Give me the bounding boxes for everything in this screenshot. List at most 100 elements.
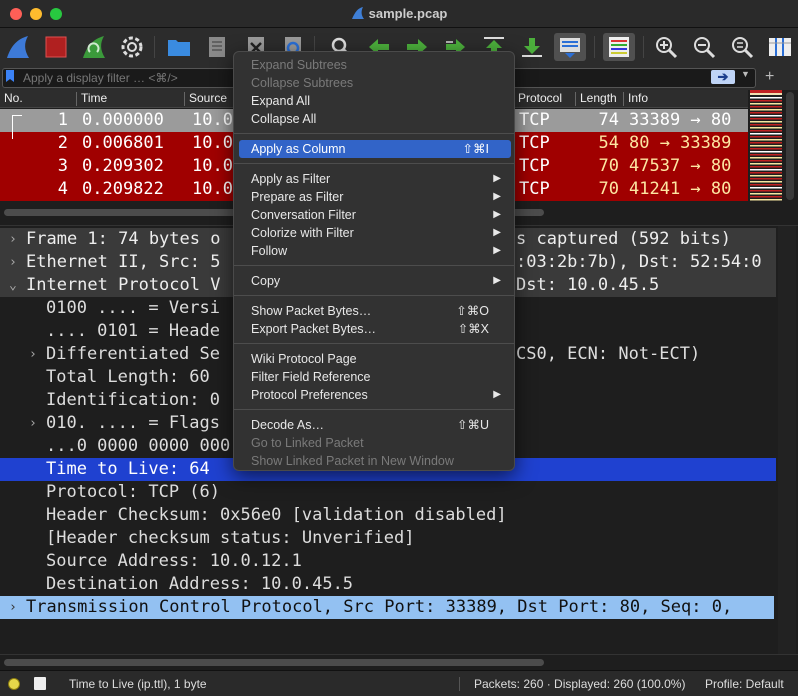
- auto-scroll-button[interactable]: [554, 33, 586, 61]
- start-capture-button[interactable]: [4, 33, 32, 61]
- zoom-out-icon: [694, 37, 716, 59]
- add-filter-button[interactable]: +: [765, 68, 774, 86]
- apply-filter-button[interactable]: ➔: [711, 70, 735, 84]
- column-divider: [575, 92, 576, 106]
- packet-source: 10.0: [192, 110, 233, 130]
- chevron-right-icon[interactable]: ›: [9, 596, 17, 619]
- details-scrollbar[interactable]: [778, 226, 796, 654]
- menu-item-apply-as-filter[interactable]: Apply as Filter ▶: [239, 170, 511, 188]
- last-packet-button[interactable]: [518, 33, 546, 61]
- menu-item-wiki-protocol-page[interactable]: Wiki Protocol Page: [239, 350, 511, 368]
- detail-row[interactable]: Header Checksum: 0x56e0 [validation disa…: [0, 504, 776, 527]
- normal-size-button[interactable]: [728, 33, 756, 61]
- toolbar-separator: [594, 36, 595, 58]
- packet-length: 54: [598, 133, 619, 153]
- details-horizontal-scrollbar[interactable]: [0, 654, 798, 670]
- menu-item-protocol-preferences[interactable]: Protocol Preferences ▶: [239, 386, 511, 404]
- menu-item-apply-as-column[interactable]: Apply as Column ⇧⌘I: [239, 140, 511, 158]
- chevron-right-icon[interactable]: ›: [29, 412, 37, 435]
- submenu-arrow-icon: ▶: [493, 389, 501, 400]
- toolbar-separator: [154, 36, 155, 58]
- packet-length: 70: [598, 156, 619, 176]
- menu-item-expand-all[interactable]: Expand All: [239, 92, 511, 110]
- scrollbar-thumb[interactable]: [4, 659, 544, 666]
- column-header-no[interactable]: No.: [4, 91, 23, 105]
- menu-item-label: Filter Field Reference: [251, 370, 371, 384]
- capture-comment-icon[interactable]: [34, 677, 46, 690]
- menu-item-label: Apply as Column: [251, 142, 346, 156]
- detail-row-text: Destination Address: 10.0.45.5: [46, 574, 354, 594]
- submenu-arrow-icon: ▶: [493, 245, 501, 256]
- menu-item-colorize-with-filter[interactable]: Colorize with Filter ▶: [239, 224, 511, 242]
- menu-item-collapse-all[interactable]: Collapse All: [239, 110, 511, 128]
- column-header-length[interactable]: Length: [580, 91, 617, 105]
- save-file-button[interactable]: [203, 33, 231, 61]
- packet-no: 1: [57, 110, 68, 130]
- detail-row-text: Internet Protocol V: [26, 275, 221, 295]
- menu-item-label: Go to Linked Packet: [251, 436, 364, 450]
- chevron-right-icon[interactable]: ›: [9, 251, 17, 274]
- detail-row-text: Time to Live: 64: [46, 459, 210, 479]
- zoom-out-button[interactable]: [690, 33, 718, 61]
- detail-row[interactable]: [Header checksum status: Unverified]: [0, 527, 776, 550]
- menu-item-export-packet-bytes[interactable]: Export Packet Bytes… ⇧⌘X: [239, 320, 511, 338]
- chevron-right-icon[interactable]: ›: [9, 228, 17, 251]
- detail-row[interactable]: Source Address: 10.0.12.1: [0, 550, 776, 573]
- status-bar: Time to Live (ip.ttl), 1 byte Packets: 2…: [0, 670, 798, 696]
- resize-columns-icon: [769, 38, 791, 56]
- detail-row-tail: Dst: 10.0.45.5: [516, 275, 660, 295]
- open-file-button[interactable]: [165, 33, 193, 61]
- detail-row[interactable]: Destination Address: 10.0.45.5: [0, 573, 776, 596]
- title-bar: sample.pcap: [0, 0, 798, 28]
- column-header-time[interactable]: Time: [81, 91, 107, 105]
- expert-info-icon[interactable]: [8, 678, 20, 690]
- packet-list-scrollbar[interactable]: [786, 92, 794, 200]
- menu-item-filter-field-reference[interactable]: Filter Field Reference: [239, 368, 511, 386]
- chevron-down-icon[interactable]: ⌄: [9, 274, 17, 297]
- menu-item-decode-as[interactable]: Decode As… ⇧⌘U: [239, 416, 511, 434]
- gear-icon: [121, 36, 143, 58]
- capture-options-button[interactable]: [118, 33, 146, 61]
- column-header-protocol[interactable]: Protocol: [518, 91, 562, 105]
- detail-row[interactable]: › Transmission Control Protocol, Src Port…: [0, 596, 774, 619]
- restart-capture-button[interactable]: [80, 33, 108, 61]
- packet-source: 10.0: [192, 133, 233, 153]
- menu-item-shortcut: ⇧⌘X: [457, 322, 489, 336]
- menu-item-label: Colorize with Filter: [251, 226, 354, 240]
- menu-item-conversation-filter[interactable]: Conversation Filter ▶: [239, 206, 511, 224]
- resize-columns-button[interactable]: [766, 33, 794, 61]
- binary-file-icon: [209, 37, 225, 57]
- detail-row-text: Protocol: TCP (6): [46, 482, 220, 502]
- menu-item-label: Expand All: [251, 94, 311, 108]
- status-profile[interactable]: Profile: Default: [705, 677, 784, 691]
- menu-item-shortcut: ⇧⌘O: [456, 304, 489, 318]
- packet-minimap[interactable]: [750, 90, 782, 204]
- menu-separator: [234, 409, 514, 410]
- menu-item-expand-subtrees: Expand Subtrees: [239, 56, 511, 74]
- chevron-right-icon[interactable]: ›: [29, 343, 37, 366]
- packet-no: 4: [57, 179, 68, 199]
- filter-history-dropdown[interactable]: ▼: [741, 69, 750, 79]
- menu-item-follow[interactable]: Follow ▶: [239, 242, 511, 260]
- stop-capture-button[interactable]: [42, 33, 70, 61]
- auto-scroll-icon: [560, 38, 580, 58]
- packet-protocol: TCP: [519, 133, 550, 153]
- submenu-arrow-icon: ▶: [493, 227, 501, 238]
- colorize-button[interactable]: [603, 33, 635, 61]
- menu-item-copy[interactable]: Copy ▶: [239, 272, 511, 290]
- packet-time: 0.006801: [82, 133, 164, 153]
- menu-item-show-packet-bytes[interactable]: Show Packet Bytes… ⇧⌘O: [239, 302, 511, 320]
- column-header-info[interactable]: Info: [628, 91, 648, 105]
- column-header-source[interactable]: Source: [189, 91, 227, 105]
- packet-no: 2: [57, 133, 68, 153]
- detail-row-text: [Header checksum status: Unverified]: [46, 528, 415, 548]
- zoom-in-icon: [656, 37, 678, 59]
- menu-item-prepare-as-filter[interactable]: Prepare as Filter ▶: [239, 188, 511, 206]
- menu-item-label: Show Packet Bytes…: [251, 304, 372, 318]
- packet-protocol: TCP: [519, 179, 550, 199]
- detail-row-text: Identification: 0: [46, 390, 220, 410]
- menu-separator: [234, 295, 514, 296]
- zoom-in-button[interactable]: [652, 33, 680, 61]
- menu-separator: [234, 265, 514, 266]
- detail-row[interactable]: Protocol: TCP (6): [0, 481, 776, 504]
